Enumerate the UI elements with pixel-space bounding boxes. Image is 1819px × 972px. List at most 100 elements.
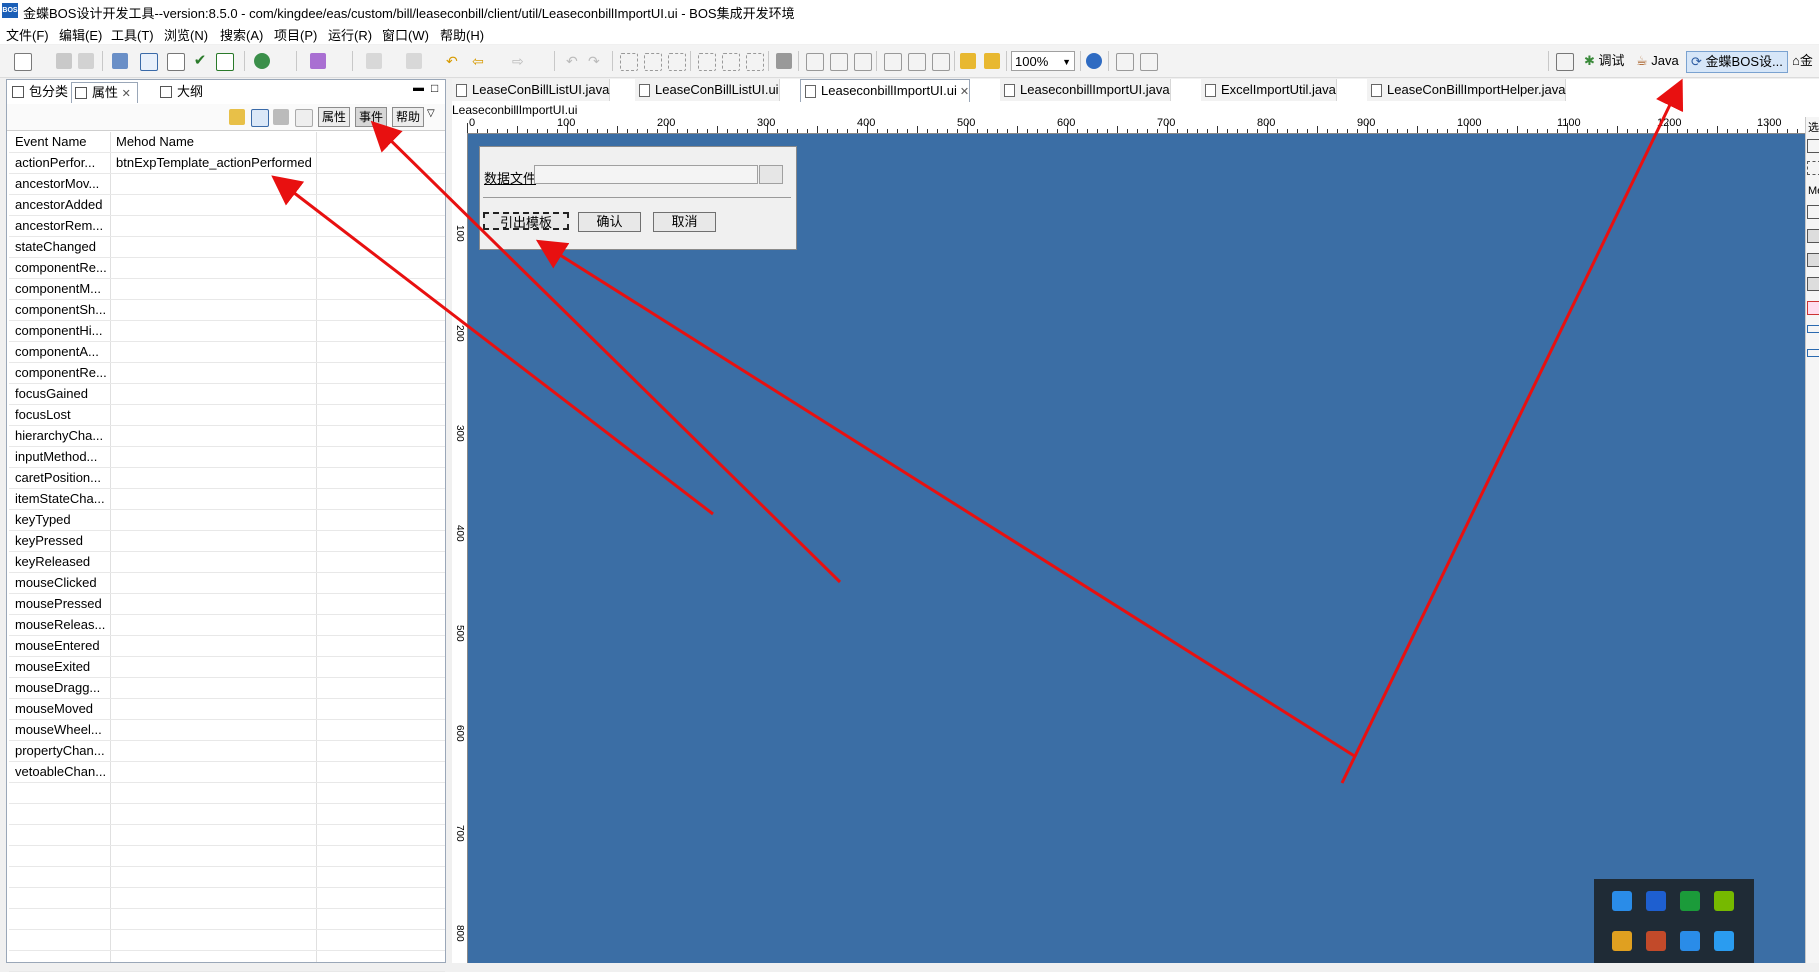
ime-icon[interactable] [1680,891,1700,911]
perspective-kingdee-bos[interactable]: ⟳ 金蝶BOS设... [1686,51,1788,73]
align-left-icon[interactable] [620,53,638,71]
import-icon[interactable] [366,53,382,69]
table-row[interactable]: ancestorAdded [9,195,445,216]
bluetooth-icon[interactable] [1646,891,1666,911]
align-top-icon[interactable] [698,53,716,71]
editor-tab[interactable]: LeaseConBillImportHelper.java [1367,79,1567,101]
bring-front-icon[interactable] [960,53,976,69]
table-row[interactable]: focusLost [9,405,445,426]
table-row[interactable]: mouseMoved [9,699,445,720]
table-row[interactable]: ancestorMov... [9,174,445,195]
bos-tool-icon[interactable] [112,53,128,69]
redo-icon[interactable]: ↷ [588,53,604,69]
menu-window[interactable]: 窗口(W) [382,25,429,44]
toolbar-component-icon[interactable] [1807,229,1819,243]
print-icon[interactable] [78,53,94,69]
table-row[interactable]: focusGained [9,384,445,405]
same-size-icon[interactable] [854,53,872,71]
menu-component-icon[interactable] [1807,205,1819,219]
copy-icon[interactable] [1116,53,1134,71]
menu-edit[interactable]: 编辑(E) [59,25,102,44]
table-row[interactable]: componentM... [9,279,445,300]
same-width-icon[interactable] [806,53,824,71]
tab-package[interactable]: 包分类 [9,82,68,102]
keyboard-icon[interactable] [776,53,792,69]
table-row[interactable]: caretPosition... [9,468,445,489]
tab-component-icon[interactable] [1807,277,1819,291]
table-row[interactable]: keyTyped [9,510,445,531]
table-row[interactable]: inputMethod... [9,447,445,468]
view-menu-icon[interactable]: ▽ [427,108,435,119]
menu-search[interactable]: 搜索(A) [220,25,263,44]
table-row[interactable]: propertyChan... [9,741,445,762]
import-dialog-form[interactable]: 数据文件 引出模板 确认 取消 [479,146,797,250]
menu-browse[interactable]: 浏览(N) [164,25,208,44]
perspective-java[interactable]: ☕ Java [1632,51,1683,71]
editor-tab[interactable]: LeaseConBillListUI.ui [635,79,780,101]
align-bottom-icon[interactable] [746,53,764,71]
maximize-icon[interactable]: □ [431,81,438,95]
separator2-component-icon[interactable] [1807,349,1819,357]
wand-icon[interactable] [310,53,326,69]
table-row[interactable]: mouseWheel... [9,720,445,741]
close-icon[interactable]: ✕ [957,86,969,98]
zoom-select[interactable]: 100% ▼ [1011,51,1075,71]
folder-icon[interactable] [229,109,245,125]
menu-project[interactable]: 项目(P) [274,25,317,44]
security-icon[interactable] [1612,931,1632,951]
sort-icon[interactable] [273,109,289,125]
search-icon[interactable] [254,53,270,69]
table-row[interactable]: stateChanged [9,237,445,258]
arrow-left-icon[interactable]: ⇦ [472,53,488,69]
perspective-debug[interactable]: ✱ 调试 [1580,51,1629,71]
confirm-button[interactable]: 确认 [578,212,641,232]
table-row[interactable]: itemStateCha... [9,489,445,510]
method-name-cell[interactable]: btnExpTemplate_actionPerformed [116,153,312,173]
send-back-icon[interactable] [984,53,1000,69]
new-icon[interactable] [14,53,32,71]
space-v-icon[interactable] [908,53,926,71]
check-icon[interactable]: ✔ [192,53,208,69]
close-icon[interactable]: ✕ [122,88,131,100]
align-right-icon[interactable] [668,53,686,71]
space-h-icon[interactable] [884,53,902,71]
editor-tab[interactable]: LeaseconbillImportUI.java [1000,79,1171,101]
menu-help[interactable]: 帮助(H) [440,25,484,44]
design-canvas[interactable]: 数据文件 引出模板 确认 取消 [468,134,1805,963]
minimize-icon[interactable]: ▬ [413,82,424,94]
menu-file[interactable]: 文件(F) [6,25,49,44]
preview-icon[interactable] [1086,53,1102,69]
table-row[interactable]: mousePressed [9,594,445,615]
table-row[interactable]: componentRe... [9,258,445,279]
table-row[interactable]: componentRe... [9,363,445,384]
export-template-button[interactable]: 引出模板 [483,212,569,230]
filter-icon[interactable] [295,109,313,127]
table-row[interactable]: mouseExited [9,657,445,678]
editor-tab[interactable]: LeaseconbillImportUI.ui ✕ [800,79,971,102]
browse-button[interactable] [759,165,783,184]
table-row[interactable]: componentA... [9,342,445,363]
feishu-icon[interactable] [1612,891,1632,911]
help-button[interactable]: 帮助 [392,107,425,127]
table-row[interactable]: componentHi... [9,321,445,342]
marquee-icon[interactable] [1807,161,1819,175]
editor-tab[interactable]: LeaseConBillListUI.java [452,79,611,101]
same-height-icon[interactable] [830,53,848,71]
separator-component-icon[interactable] [1807,325,1819,333]
back-icon[interactable]: ↶ [446,53,462,69]
panel-component-icon[interactable] [1807,253,1819,267]
export-icon[interactable] [406,53,422,69]
table-row[interactable]: mouseEntered [9,636,445,657]
tree-icon[interactable] [251,109,269,127]
window-icon[interactable] [140,53,158,71]
editor-tab[interactable]: ExcelImportUtil.java [1201,79,1337,101]
pointer-icon[interactable] [1807,139,1819,153]
table-row[interactable]: ancestorRem... [9,216,445,237]
layout-icon[interactable] [1140,53,1158,71]
nvidia-icon[interactable] [1714,891,1734,911]
table-row[interactable]: actionPerfor... btnExpTemplate_actionPerf… [9,153,445,174]
document-icon[interactable] [167,53,185,71]
table-row[interactable]: componentSh... [9,300,445,321]
tab-outline[interactable]: 大纲 [157,82,203,102]
events-button[interactable]: 事件 [355,107,388,127]
